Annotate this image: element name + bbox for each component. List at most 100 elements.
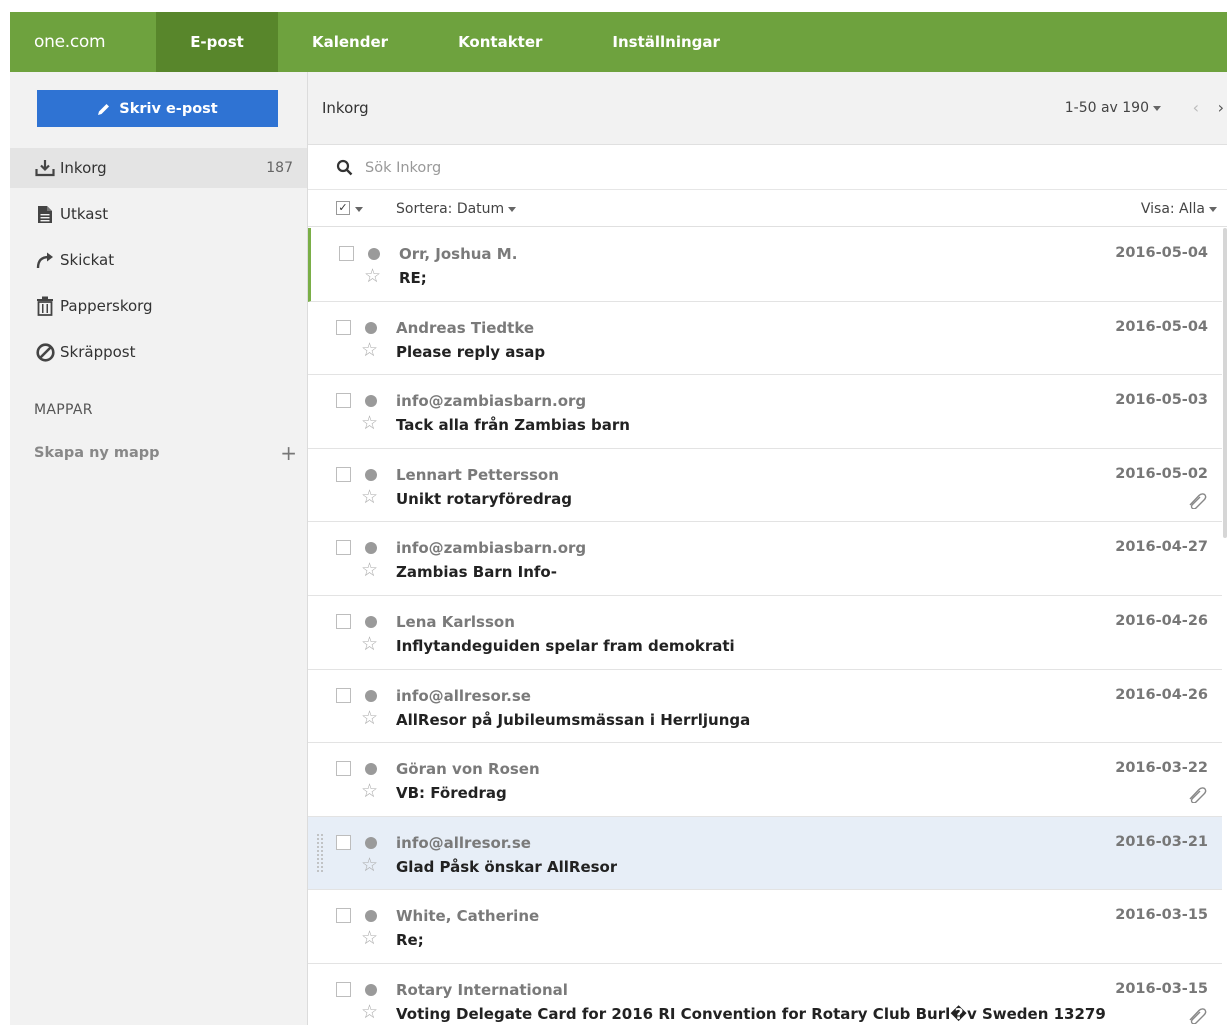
email-checkbox[interactable] xyxy=(336,540,351,556)
star-icon[interactable]: ☆ xyxy=(361,634,378,654)
star-icon[interactable]: ☆ xyxy=(364,266,381,286)
sort-label: Sortera: Datum xyxy=(396,201,505,217)
email-row[interactable]: ☆ info@zambiasbarn.org Tack alla från Zamb… xyxy=(308,375,1222,449)
unread-dot-icon[interactable] xyxy=(365,910,377,923)
filter-dropdown[interactable]: Visa: Alla xyxy=(1141,201,1217,217)
mail-list-panel: Inkorg 1-50 av 190 ‹ › ✓ Sortera: Datum … xyxy=(308,72,1227,1025)
email-row[interactable]: ☆ Lena Karlsson Inflytandeguiden spelar fr… xyxy=(308,595,1222,670)
sidebar-item-skrappost[interactable]: Skräppost xyxy=(10,332,307,372)
star-icon[interactable]: ☆ xyxy=(361,413,378,433)
star-icon[interactable]: ☆ xyxy=(361,487,378,507)
unread-dot-icon[interactable] xyxy=(365,468,377,481)
email-date: 2016-03-15 xyxy=(1115,907,1208,924)
email-list: ☆ Orr, Joshua M. RE; 2016-05-04 ☆ Andreas Tie… xyxy=(308,228,1222,1025)
sidebar-item-label: Inkorg xyxy=(60,159,107,177)
email-sender: Andreas Tiedtke xyxy=(396,318,535,337)
sort-dropdown[interactable]: Sortera: Datum xyxy=(396,201,517,217)
email-checkbox[interactable] xyxy=(336,761,351,777)
pencil-icon xyxy=(98,103,110,115)
email-checkbox[interactable] xyxy=(336,466,351,482)
drag-handle-icon[interactable] xyxy=(316,833,324,877)
unread-dot-icon[interactable] xyxy=(365,395,377,408)
mail-toolbar: Inkorg 1-50 av 190 ‹ › xyxy=(308,72,1227,145)
email-date: 2016-05-04 xyxy=(1115,245,1208,261)
unread-dot-icon[interactable] xyxy=(365,615,377,628)
unread-dot-icon[interactable] xyxy=(365,321,377,334)
caret-down-icon[interactable] xyxy=(355,207,363,212)
chevron-right-icon[interactable]: › xyxy=(1218,98,1224,117)
email-checkbox[interactable] xyxy=(336,393,351,409)
search-input[interactable] xyxy=(365,159,865,176)
email-sender: info@zambiasbarn.org xyxy=(396,392,587,411)
plus-icon[interactable]: + xyxy=(280,441,297,465)
scrollbar[interactable] xyxy=(1223,228,1227,538)
sidebar-item-label: Skickat xyxy=(60,251,115,269)
star-icon[interactable]: ☆ xyxy=(361,781,378,801)
email-sender: Orr, Joshua M. xyxy=(399,245,518,263)
unread-count: 187 xyxy=(266,160,293,176)
star-icon[interactable]: ☆ xyxy=(361,928,378,948)
sidebar-item-papperskorg[interactable]: Papperskorg xyxy=(10,286,307,326)
search-icon xyxy=(336,159,353,176)
email-row[interactable]: ☆ Göran von Rosen VB: Föredrag 2016-03-22 xyxy=(308,743,1222,817)
email-subject: RE; xyxy=(399,269,427,287)
chevron-left-icon[interactable]: ‹ xyxy=(1193,98,1199,117)
email-checkbox[interactable] xyxy=(336,981,351,997)
star-icon[interactable]: ☆ xyxy=(361,560,378,580)
compose-button[interactable]: Skriv e-post xyxy=(37,90,278,127)
unread-dot-icon[interactable] xyxy=(368,248,380,260)
filter-label: Visa: Alla xyxy=(1140,201,1205,217)
select-all-checkbox[interactable]: ✓ xyxy=(336,201,350,215)
email-sender: Rotary International xyxy=(396,980,568,999)
nav-kalender[interactable]: Kalender xyxy=(312,12,388,72)
sidebar-item-label: Papperskorg xyxy=(60,297,153,315)
nav-kontakter[interactable]: Kontakter xyxy=(458,12,542,72)
sidebar-item-utkast[interactable]: Utkast xyxy=(10,194,307,234)
email-row[interactable]: ☆ info@zambiasbarn.org Zambias Barn Info- 2… xyxy=(308,522,1222,596)
email-checkbox[interactable] xyxy=(336,908,351,924)
email-row[interactable]: ☆ White, Catherine Re; 2016-03-15 xyxy=(308,890,1222,964)
email-row[interactable]: ☆ Rotary International Voting Delegate Car… xyxy=(308,963,1222,1025)
pagination-dropdown[interactable]: 1-50 av 190 xyxy=(1065,100,1161,116)
unread-dot-icon[interactable] xyxy=(365,689,377,702)
star-icon[interactable]: ☆ xyxy=(361,340,378,360)
email-subject: Re; xyxy=(396,931,424,950)
unread-dot-icon[interactable] xyxy=(365,836,377,849)
nav-e-post[interactable]: E-post xyxy=(156,12,278,72)
email-row[interactable]: ☆ Andreas Tiedtke Please reply asap 2016-05… xyxy=(308,301,1222,376)
star-icon[interactable]: ☆ xyxy=(361,1002,378,1022)
logo[interactable]: one.com xyxy=(10,12,156,72)
unread-dot-icon[interactable] xyxy=(365,983,377,996)
document-icon xyxy=(34,203,56,225)
email-sender: info@allresor.se xyxy=(396,833,531,852)
email-row[interactable]: ☆ info@allresor.se Glad Påsk önskar AllRes… xyxy=(308,816,1222,891)
sidebar-item-label: Skräppost xyxy=(60,343,136,361)
email-date: 2016-04-27 xyxy=(1115,539,1208,556)
sort-bar: ✓ Sortera: Datum Visa: Alla xyxy=(308,191,1227,227)
email-subject: VB: Föredrag xyxy=(396,784,507,803)
star-icon[interactable]: ☆ xyxy=(361,855,378,875)
create-folder-button[interactable]: Skapa ny mapp + xyxy=(34,441,297,465)
email-checkbox[interactable] xyxy=(339,246,354,261)
paperclip-icon xyxy=(1186,785,1208,804)
email-checkbox[interactable] xyxy=(336,687,351,703)
sidebar-item-skickat[interactable]: Skickat xyxy=(10,240,307,280)
sidebar-item-label: Utkast xyxy=(60,205,109,223)
email-row[interactable]: ☆ Lennart Pettersson Unikt rotaryföredrag 2… xyxy=(308,448,1222,523)
email-checkbox[interactable] xyxy=(336,613,351,629)
email-row[interactable]: ☆ info@allresor.se AllResor på Jubileumsmä… xyxy=(308,669,1222,744)
star-icon[interactable]: ☆ xyxy=(361,708,378,728)
email-date: 2016-05-02 xyxy=(1115,465,1208,482)
email-date: 2016-04-26 xyxy=(1115,612,1208,629)
email-row[interactable]: ☆ Orr, Joshua M. RE; 2016-05-04 xyxy=(308,228,1222,302)
email-checkbox[interactable] xyxy=(336,319,351,335)
sidebar-item-inkorg[interactable]: Inkorg 187 xyxy=(10,148,307,188)
unread-dot-icon[interactable] xyxy=(365,763,377,776)
nav-installningar[interactable]: Inställningar xyxy=(612,12,720,72)
inbox-download-icon xyxy=(34,157,56,179)
email-sender: White, Catherine xyxy=(396,907,540,926)
compose-label: Skriv e-post xyxy=(119,100,218,117)
top-navigation: one.com E-post Kalender Kontakter Instäl… xyxy=(10,12,1227,72)
unread-dot-icon[interactable] xyxy=(365,542,377,555)
email-checkbox[interactable] xyxy=(336,834,351,850)
